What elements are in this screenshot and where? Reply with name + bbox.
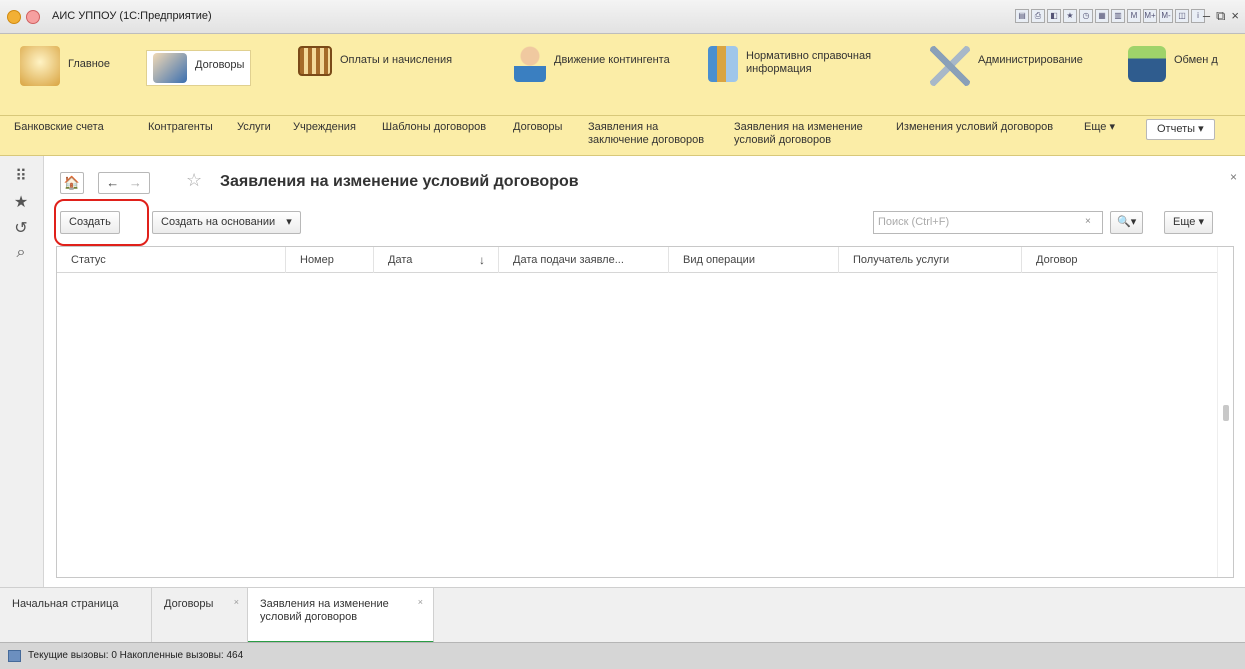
close-tab-icon[interactable]: ×: [418, 596, 423, 609]
chevron-down-icon: ▾: [286, 216, 292, 228]
section-reference-info[interactable]: Нормативно справочная информация: [708, 46, 886, 106]
back-button[interactable]: ←: [106, 175, 119, 190]
contract-hand-icon: [153, 53, 187, 83]
cmd-more-dropdown[interactable]: Еще ▾: [1084, 121, 1115, 134]
table-scrollbar[interactable]: [1217, 247, 1233, 577]
close-window-button[interactable]: ×: [1231, 8, 1239, 24]
table-header: Статус Номер Дата ↓ Дата подачи заявле..…: [57, 247, 1217, 273]
back-forward-buttons: ← →: [98, 172, 150, 194]
print-icon[interactable]: ⎙: [1031, 9, 1045, 23]
books-icon: [708, 46, 738, 82]
section-contracts[interactable]: Договоры: [146, 50, 252, 86]
column-service-recipient[interactable]: Получатель услуги: [839, 247, 1022, 273]
column-number[interactable]: Номер: [286, 247, 374, 273]
create-based-on-button[interactable]: Создать на основании ▾: [152, 211, 301, 234]
cmd-change-applications[interactable]: Заявления на изменение условий договоров: [734, 121, 879, 147]
memory-mminus-button[interactable]: M-: [1159, 9, 1173, 23]
forward-button[interactable]: →: [129, 175, 142, 190]
tools-icon: [930, 46, 970, 86]
clear-search-icon[interactable]: ×: [1085, 216, 1091, 227]
cmd-bank-accounts[interactable]: Банковские счета: [14, 121, 104, 134]
left-toolbar: ⠿ ★ ↺ ⌕: [0, 156, 44, 587]
create-button-highlight: [54, 199, 149, 246]
section-administration[interactable]: Администрирование: [930, 46, 1083, 106]
documents-table[interactable]: Статус Номер Дата ↓ Дата подачи заявле..…: [56, 246, 1234, 578]
section-main[interactable]: Главное: [20, 46, 110, 106]
history-icon[interactable]: ◷: [1079, 9, 1093, 23]
panels-icon[interactable]: ◫: [1175, 9, 1189, 23]
section-payments[interactable]: Оплаты и начисления: [298, 46, 452, 106]
abacus-icon: [298, 46, 332, 76]
memory-mplus-button[interactable]: M+: [1143, 9, 1157, 23]
cmd-services[interactable]: Услуги: [237, 121, 271, 134]
home-desk-icon: [20, 46, 60, 86]
cmd-contract-templates[interactable]: Шаблоны договоров: [382, 121, 486, 134]
commands-panel: Банковские счета Контрагенты Услуги Учре…: [0, 116, 1245, 156]
app-logo-icon: [7, 10, 21, 24]
cmd-contracts[interactable]: Договоры: [513, 121, 562, 134]
search-icon[interactable]: ⌕: [11, 244, 31, 264]
apps-grid-icon[interactable]: ⠿: [11, 166, 31, 186]
tab-contracts[interactable]: Договоры ×: [152, 588, 248, 643]
server-calls-icon: [8, 650, 21, 662]
save-icon[interactable]: ▤: [1015, 9, 1029, 23]
window-controls: – ⧉ ×: [1203, 8, 1239, 24]
favorites-icon[interactable]: ★: [1063, 9, 1077, 23]
sections-panel: Главное Договоры Оплаты и начисления Дви…: [0, 34, 1245, 116]
close-form-button[interactable]: ×: [1230, 170, 1237, 184]
status-text: Текущие вызовы: 0 Накопленные вызовы: 46…: [28, 650, 244, 661]
close-tab-icon[interactable]: ×: [234, 596, 239, 609]
column-contract[interactable]: Договор: [1022, 247, 1217, 273]
toolbar-icons: ▤ ⎙ ◧ ★ ◷ ▦ ▥ M M+ M- ◫ i: [1015, 9, 1205, 23]
section-exchange[interactable]: Обмен д: [1128, 46, 1218, 106]
cmd-institutions[interactable]: Учреждения: [293, 121, 356, 134]
title-bar: АИС УППОУ (1С:Предприятие) ▤ ⎙ ◧ ★ ◷ ▦ ▥…: [0, 0, 1245, 34]
window-title: АИС УППОУ (1С:Предприятие): [52, 10, 212, 22]
section-contingent[interactable]: Движение контингента: [514, 46, 670, 106]
cmd-contract-applications[interactable]: Заявления на заключение договоров: [588, 121, 718, 147]
person-icon: [514, 46, 546, 82]
history-icon[interactable]: ↺: [11, 218, 31, 238]
list-form: 🏠 ← → ☆ Заявления на изменение условий д…: [44, 156, 1245, 587]
column-status[interactable]: Статус: [57, 247, 286, 273]
home-button[interactable]: 🏠: [60, 172, 84, 194]
minimize-button[interactable]: –: [1203, 8, 1210, 24]
cmd-contract-changes[interactable]: Изменения условий договоров: [896, 121, 1053, 134]
disk-exchange-icon: [1128, 46, 1166, 82]
calendar-icon[interactable]: ▦: [1095, 9, 1109, 23]
more-actions-button[interactable]: Еще ▾: [1164, 211, 1213, 234]
tab-start-page[interactable]: Начальная страница: [0, 588, 152, 643]
column-operation-type[interactable]: Вид операции: [669, 247, 839, 273]
main-menu-button[interactable]: [26, 10, 40, 24]
calc-icon[interactable]: ▥: [1111, 9, 1125, 23]
cmd-counterparties[interactable]: Контрагенты: [148, 121, 213, 134]
add-to-favorites-icon[interactable]: ☆: [186, 170, 202, 191]
search-input[interactable]: Поиск (Ctrl+F): [873, 211, 1103, 234]
status-bar: Текущие вызовы: 0 Накопленные вызовы: 46…: [0, 642, 1245, 669]
open-windows-bar: Начальная страница Договоры × Заявления …: [0, 587, 1245, 643]
scrollbar-thumb[interactable]: [1223, 405, 1229, 421]
restore-button[interactable]: ⧉: [1216, 8, 1225, 24]
memory-m-button[interactable]: M: [1127, 9, 1141, 23]
reports-dropdown[interactable]: Отчеты ▾: [1146, 119, 1215, 140]
search-options-button[interactable]: 🔍▾: [1110, 211, 1144, 234]
page-title: Заявления на изменение условий договоров: [220, 173, 579, 190]
column-submission-date[interactable]: Дата подачи заявле...: [499, 247, 669, 273]
preview-icon[interactable]: ◧: [1047, 9, 1061, 23]
favorites-star-icon[interactable]: ★: [11, 192, 31, 212]
sort-arrow-icon: ↓: [479, 253, 485, 267]
tab-change-applications[interactable]: Заявления на изменение условий договоров…: [248, 588, 434, 643]
